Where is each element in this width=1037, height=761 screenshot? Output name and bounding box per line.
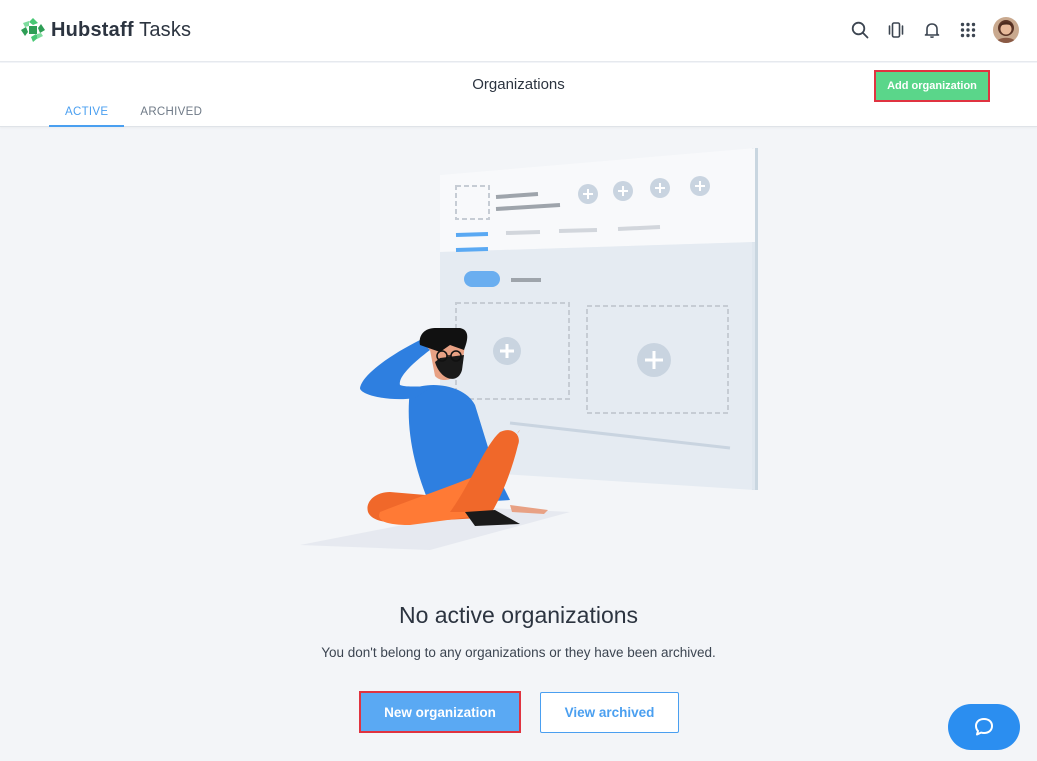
empty-state-illustration [300, 148, 758, 550]
chat-bubble-icon [975, 718, 993, 736]
empty-state-subtitle: You don't belong to any organizations or… [321, 645, 716, 660]
top-bar: Hubstaff Tasks [0, 0, 1037, 62]
new-organization-button[interactable]: New organization [359, 691, 521, 733]
chat-button[interactable] [948, 704, 1020, 750]
brand-name: Hubstaff Tasks [51, 19, 192, 41]
tab-active[interactable]: ACTIVE [49, 105, 125, 127]
page-header: Organizations ACTIVE ARCHIVED Add organi… [0, 63, 1037, 127]
avatar[interactable] [993, 17, 1019, 43]
logo[interactable]: Hubstaff Tasks [20, 17, 191, 43]
hubstaff-logo-icon [21, 18, 45, 42]
add-organization-button[interactable]: Add organization [874, 70, 990, 102]
search-icon[interactable] [849, 19, 871, 41]
tab-archived[interactable]: ARCHIVED [124, 105, 218, 127]
bell-icon[interactable] [921, 19, 943, 41]
focus-mode-icon[interactable] [885, 19, 907, 41]
empty-state-title: No active organizations [398, 602, 639, 628]
tab-bar: ACTIVE ARCHIVED [49, 105, 218, 127]
apps-grid-icon[interactable] [957, 19, 979, 41]
view-archived-button[interactable]: View archived [540, 692, 679, 733]
